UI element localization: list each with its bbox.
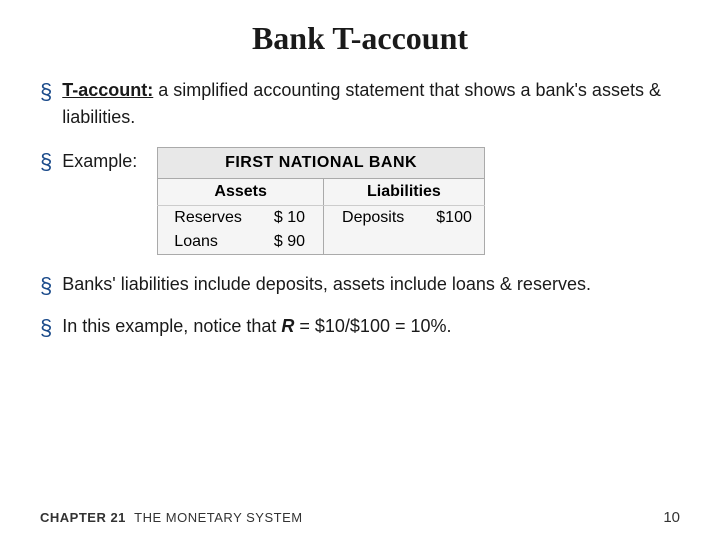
footer-chapter: CHAPTER 21 <box>40 510 126 525</box>
table-row-1: Reserves $ 10 Deposits $100 <box>158 206 485 231</box>
liabilities-header: Liabilities <box>324 179 485 206</box>
row2-label: Loans <box>158 230 258 255</box>
bank-name-cell: FIRST NATIONAL BANK <box>158 148 485 179</box>
row2-liabilities-label <box>324 230 421 255</box>
footer: CHAPTER 21 THE MONETARY SYSTEM 10 <box>40 509 680 526</box>
footer-subtitle: THE MONETARY SYSTEM <box>134 510 302 525</box>
bullet-1: § T-account: a simplified accounting sta… <box>40 77 680 131</box>
bullet-4-suffix: = $10/$100 = 10%. <box>294 316 451 336</box>
footer-left: CHAPTER 21 THE MONETARY SYSTEM <box>40 510 303 525</box>
t-account-table: FIRST NATIONAL BANK Assets Liabilities R… <box>157 147 485 255</box>
table-row-2: Loans $ 90 <box>158 230 485 255</box>
row1-liabilities-val: $100 <box>420 206 484 231</box>
col-headers-row: Assets Liabilities <box>158 179 485 206</box>
bullet-3-text: Banks' liabilities include deposits, ass… <box>62 271 591 298</box>
bank-name-row: FIRST NATIONAL BANK <box>158 148 485 179</box>
bullet-icon-2: § <box>40 149 52 175</box>
bullet-3: § Banks' liabilities include deposits, a… <box>40 271 680 299</box>
term-t-account: T-account: <box>62 80 153 100</box>
assets-header: Assets <box>158 179 324 206</box>
bullet-4: § In this example, notice that R = $10/$… <box>40 313 680 341</box>
row1-liabilities-label: Deposits <box>324 206 421 231</box>
row1-assets-val: $ 10 <box>258 206 324 231</box>
bullet-icon-4: § <box>40 315 52 341</box>
example-label: Example: <box>62 151 137 172</box>
footer-page: 10 <box>663 509 680 526</box>
bullet-4-prefix: In this example, notice that <box>62 316 281 336</box>
bullet-2-row: § Example: FIRST NATIONAL BANK Assets Li… <box>40 147 680 255</box>
bullet-icon-3: § <box>40 273 52 299</box>
bullet-1-text: T-account: a simplified accounting state… <box>62 77 680 131</box>
bullet-icon-1: § <box>40 79 52 105</box>
bullet-1-rest: a simplified accounting statement that s… <box>62 80 661 127</box>
slide-container: Bank T-account § T-account: a simplified… <box>0 0 720 540</box>
row1-label: Reserves <box>158 206 258 231</box>
slide-title: Bank T-account <box>40 20 680 57</box>
bullet-4-r-var: R <box>281 316 294 336</box>
bullet-4-text: In this example, notice that R = $10/$10… <box>62 313 451 340</box>
row2-assets-val: $ 90 <box>258 230 324 255</box>
example-label-text: Example: <box>62 151 137 172</box>
row2-liabilities-val <box>420 230 484 255</box>
